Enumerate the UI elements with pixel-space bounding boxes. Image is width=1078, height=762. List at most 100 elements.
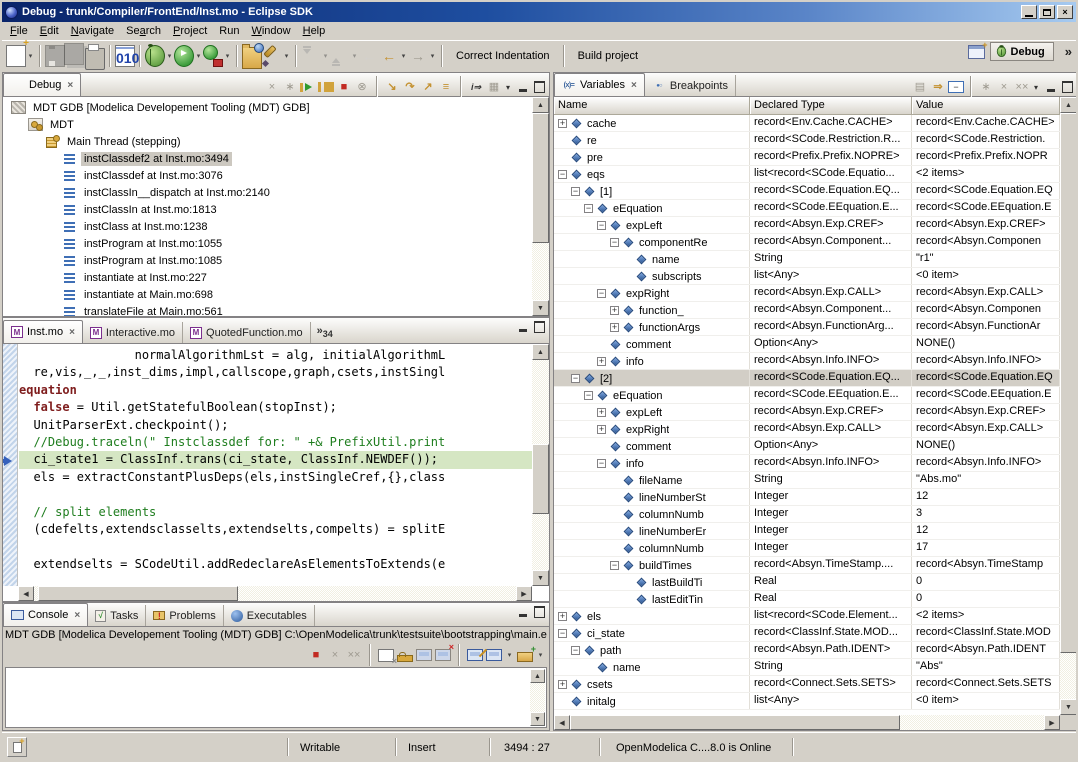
new-wizard-icon[interactable] <box>6 45 26 67</box>
expand-plus-icon[interactable]: + <box>610 323 619 332</box>
collapse-minus-icon[interactable]: − <box>558 629 567 638</box>
variable-row[interactable]: commentOption<Any>NONE() <box>554 336 1060 353</box>
forward-dropdown-icon[interactable]: ▾ <box>428 52 437 60</box>
variable-row[interactable]: −componentRerecord<Absyn.Component...rec… <box>554 234 1060 251</box>
instruction-stepping-icon[interactable] <box>486 79 502 95</box>
new-watch-expression-icon[interactable] <box>978 79 994 95</box>
tab-console[interactable]: Console× <box>3 603 88 626</box>
menu-run[interactable]: Run <box>213 23 245 39</box>
show-type-names-icon[interactable] <box>912 79 928 95</box>
scroll-lock-icon[interactable] <box>397 655 413 662</box>
tab-variables[interactable]: Variables× <box>554 73 645 96</box>
collapse-minus-icon[interactable]: − <box>597 221 606 230</box>
display-selected-console-icon[interactable] <box>486 649 502 661</box>
scrollbar-thumb[interactable] <box>38 586 238 601</box>
scroll-right-icon[interactable]: ▶ <box>1044 715 1060 730</box>
collapse-minus-icon[interactable]: − <box>571 374 580 383</box>
editor-horizontal-scrollbar[interactable]: ◀ ▶ <box>18 586 532 601</box>
back-dropdown-icon[interactable]: ▾ <box>399 52 408 60</box>
scroll-up-icon[interactable]: ▲ <box>530 669 545 683</box>
save-all-icon[interactable] <box>64 43 84 65</box>
save-icon[interactable] <box>45 45 65 67</box>
console-vertical-scrollbar[interactable]: ▲ ▼ <box>530 669 545 726</box>
menu-edit[interactable]: Edit <box>34 23 65 39</box>
variable-row[interactable]: +elslist<record<SCode.Element...<2 items… <box>554 608 1060 625</box>
scroll-up-icon[interactable]: ▲ <box>1060 97 1077 113</box>
tab-quotedfunction-mo[interactable]: QuotedFunction.mo <box>183 322 311 343</box>
collapse-minus-icon[interactable]: − <box>584 391 593 400</box>
editor-ruler[interactable] <box>3 344 18 586</box>
variable-row[interactable]: lastEditTinReal0 <box>554 591 1060 608</box>
expand-plus-icon[interactable]: + <box>558 680 567 689</box>
view-menu-icon[interactable]: ▾ <box>1034 83 1038 92</box>
scrollbar-thumb[interactable] <box>1060 113 1077 653</box>
perspective-overflow-chevron[interactable]: » <box>1065 44 1072 59</box>
collapse-minus-icon[interactable]: − <box>610 561 619 570</box>
menu-help[interactable]: Help <box>297 23 332 39</box>
variables-horizontal-scrollbar[interactable]: ◀ ▶ <box>554 715 1060 730</box>
variable-row[interactable]: −eEquationrecord<SCode.EEquation.E...rec… <box>554 387 1060 404</box>
variable-row[interactable]: fileNameString"Abs.mo" <box>554 472 1060 489</box>
search-icon[interactable] <box>262 45 282 67</box>
close-icon[interactable]: × <box>67 80 73 91</box>
variable-row[interactable]: subscriptslist<Any><0 item> <box>554 268 1060 285</box>
variable-row[interactable]: nameString"r1" <box>554 251 1060 268</box>
maximize-button[interactable] <box>1039 5 1055 19</box>
variable-row[interactable]: lastBuildTiReal0 <box>554 574 1060 591</box>
tab-inst-mo[interactable]: Inst.mo× <box>3 320 83 343</box>
variables-vertical-scrollbar[interactable]: ▲ ▼ <box>1060 97 1077 715</box>
scrollbar-thumb[interactable] <box>570 715 900 730</box>
close-icon[interactable]: × <box>69 327 75 338</box>
tab-tasks[interactable]: Tasks <box>88 605 146 626</box>
editor-vertical-scrollbar[interactable]: ▲ ▼ <box>532 344 549 586</box>
binary-file-icon[interactable] <box>115 45 135 67</box>
code-line[interactable]: (cdefelts,extendsclasselts,extendselts,c… <box>19 521 532 538</box>
column-header-value[interactable]: Value <box>912 97 1060 114</box>
menu-project[interactable]: Project <box>167 23 213 39</box>
code-line[interactable] <box>19 486 532 503</box>
maximize-view-button[interactable] <box>533 321 546 333</box>
code-line[interactable]: //Debug.traceln(" Instclassdef for: " +&… <box>19 434 532 451</box>
editor-code[interactable]: normalAlgorithmLst = alg, initialAlgorit… <box>19 344 532 586</box>
expand-plus-icon[interactable]: + <box>597 408 606 417</box>
close-icon[interactable]: × <box>74 610 80 621</box>
menu-search[interactable]: Search <box>120 23 167 39</box>
debug-icon[interactable] <box>145 45 165 67</box>
menu-navigate[interactable]: Navigate <box>65 23 120 39</box>
suspend-icon[interactable] <box>318 82 334 92</box>
code-line[interactable] <box>19 538 532 555</box>
variable-row[interactable]: lineNumberStInteger12 <box>554 489 1060 506</box>
step-into-icon[interactable] <box>384 79 400 95</box>
variable-row[interactable]: columnNumbInteger3 <box>554 506 1060 523</box>
remove-all-icon[interactable] <box>1014 79 1030 95</box>
run-icon[interactable] <box>174 45 194 67</box>
show-logical-structure-icon[interactable] <box>930 79 946 95</box>
open-console-dropdown-icon[interactable]: ▾ <box>536 651 545 659</box>
minimize-view-button[interactable] <box>516 81 529 93</box>
remove-all-terminated-icon[interactable] <box>346 647 362 663</box>
scroll-down-icon[interactable]: ▼ <box>530 712 545 726</box>
remove-all-terminated-icon[interactable] <box>264 79 280 95</box>
expand-plus-icon[interactable]: + <box>597 357 606 366</box>
variable-row[interactable]: +functionArgsrecord<Absyn.FunctionArg...… <box>554 319 1060 336</box>
minimize-view-button[interactable] <box>1044 81 1057 93</box>
expand-plus-icon[interactable]: + <box>610 306 619 315</box>
expand-plus-icon[interactable]: + <box>558 119 567 128</box>
title-bar[interactable]: Debug - trunk/Compiler/FrontEnd/Inst.mo … <box>2 2 1076 22</box>
tab-interactive-mo[interactable]: Interactive.mo <box>83 322 183 343</box>
variable-row[interactable]: +inforecord<Absyn.Info.INFO>record<Absyn… <box>554 353 1060 370</box>
scroll-left-icon[interactable]: ◀ <box>554 715 570 730</box>
tab-problems[interactable]: Problems <box>146 605 223 626</box>
hidden-editors-button[interactable]: » 34 <box>317 325 333 343</box>
next-annotation-dropdown-icon[interactable]: ▾ <box>321 52 330 60</box>
back-icon[interactable] <box>379 45 399 67</box>
expand-plus-icon[interactable]: + <box>558 612 567 621</box>
remove-launch-icon[interactable] <box>327 647 343 663</box>
column-header-name[interactable]: Name <box>554 97 750 114</box>
external-tools-dropdown-icon[interactable]: ▾ <box>223 52 232 60</box>
previous-annotation-dropdown-icon[interactable]: ▾ <box>350 52 359 60</box>
debug-tree-row[interactable]: Main Thread (stepping) <box>3 133 532 150</box>
variable-row[interactable]: +expLeftrecord<Absyn.Exp.CREF>record<Abs… <box>554 404 1060 421</box>
maximize-view-button[interactable] <box>533 606 546 618</box>
variable-row[interactable]: −pathrecord<Absyn.Path.IDENT>record<Absy… <box>554 642 1060 659</box>
